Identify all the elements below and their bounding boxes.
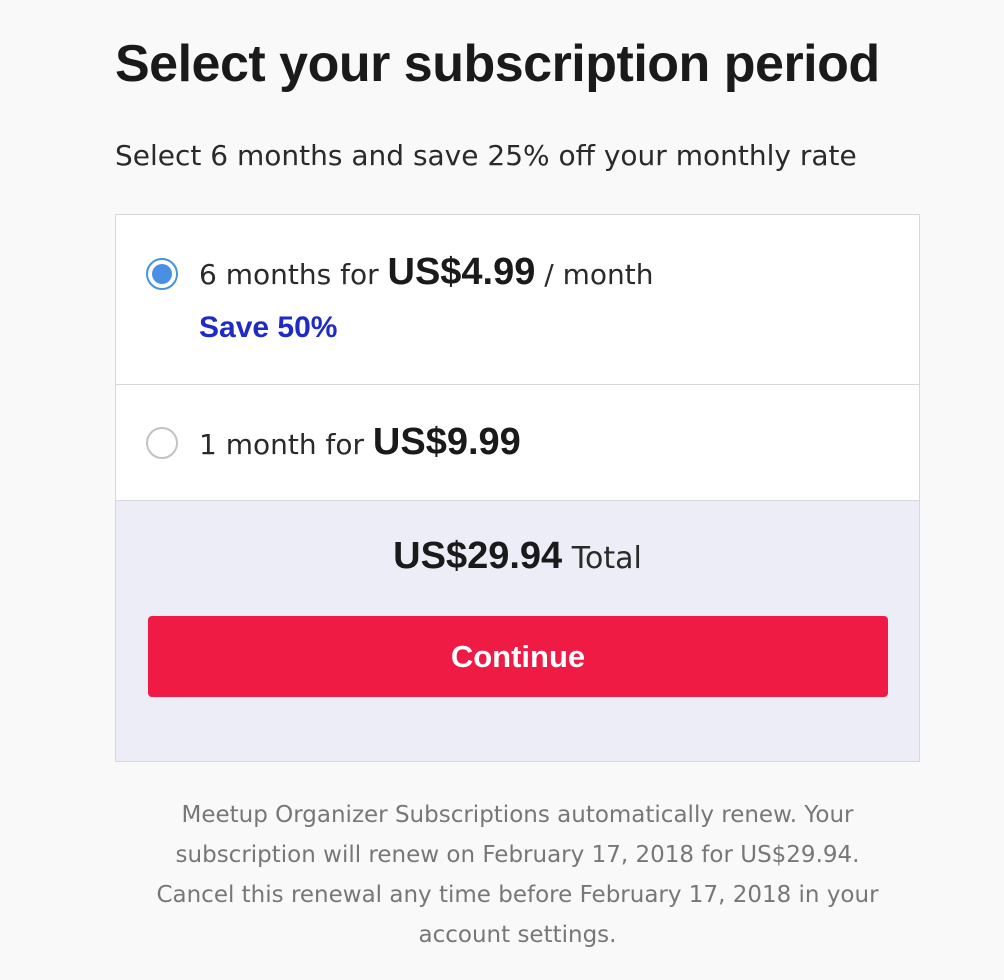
- total-amount: US$29.94: [393, 535, 563, 577]
- total-panel: US$29.94 Total Continue: [116, 501, 919, 761]
- renewal-footnote: Meetup Organizer Subscriptions automatic…: [115, 795, 920, 955]
- radio-selected-icon[interactable]: [146, 258, 178, 290]
- total-line: US$29.94 Total: [116, 535, 919, 578]
- option-1-month[interactable]: 1 month for US$9.99: [116, 385, 919, 501]
- option-1-month-prefix: 1 month for: [199, 428, 364, 461]
- option-6-months[interactable]: 6 months for US$4.99 / month Save 50%: [116, 215, 919, 385]
- continue-button[interactable]: Continue: [148, 616, 888, 697]
- option-6-months-prefix: 6 months for: [199, 258, 379, 291]
- option-6-months-suffix: / month: [544, 258, 654, 291]
- footnote-line: Cancel this renewal any time before Febr…: [156, 882, 879, 908]
- option-6-months-text: 6 months for US$4.99 / month: [199, 251, 654, 294]
- option-1-month-text: 1 month for US$9.99: [199, 421, 521, 464]
- radio-unselected-icon[interactable]: [146, 427, 178, 459]
- option-6-months-price: US$4.99: [387, 251, 536, 293]
- save-badge: Save 50%: [199, 311, 338, 344]
- subscription-page: Select your subscription period Select 6…: [0, 0, 1004, 980]
- option-1-month-price: US$9.99: [372, 421, 521, 463]
- footnote-line: account settings.: [418, 922, 617, 948]
- footnote-line: Meetup Organizer Subscriptions automatic…: [181, 802, 854, 828]
- footnote-line: subscription will renew on February 17, …: [175, 842, 860, 868]
- page-subtitle: Select 6 months and save 25% off your mo…: [115, 139, 857, 172]
- total-label: Total: [571, 541, 642, 576]
- page-title: Select your subscription period: [115, 35, 880, 93]
- subscription-card: 6 months for US$4.99 / month Save 50% 1 …: [115, 214, 920, 762]
